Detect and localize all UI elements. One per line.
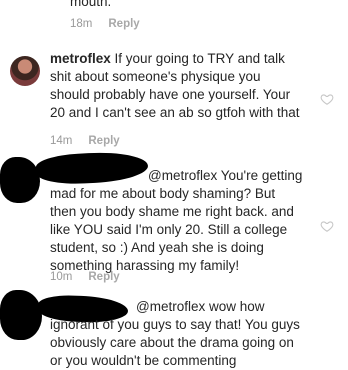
comment-text: @metroflex wow how ignorant of you guys … [50,298,305,370]
redacted-avatar [0,157,40,203]
comment-2: @metroflex You're getting mad for me abo… [0,150,348,283]
comment-3: @metroflex wow how ignorant of you guys … [0,290,348,368]
comment-meta: 10m Reply [50,271,120,283]
reply-button[interactable]: Reply [108,18,139,30]
comment-mention[interactable]: @metroflex [136,299,205,314]
comment-meta: 18m Reply [70,18,140,30]
reply-button[interactable]: Reply [88,271,119,283]
comment-username[interactable]: metroflex [50,51,111,66]
comment-meta: 14m Reply [50,135,120,147]
user-avatar[interactable] [10,56,40,86]
heart-outline-icon[interactable] [320,219,334,233]
reply-button[interactable]: Reply [88,135,119,147]
heart-outline-icon[interactable] [320,92,334,106]
comment-text: mouth. [70,0,112,9]
comment-text: @metroflex You're getting mad for me abo… [50,167,305,275]
comment-text: metroflex If your going to TRY and talk … [50,50,300,122]
comment-1: metroflex If your going to TRY and talk … [0,50,348,150]
redacted-avatar [0,290,42,340]
comment-time: 10m [50,271,73,283]
comment-body: You're getting mad for me about body sha… [50,168,303,273]
comment-0: mouth. 18m Reply [0,0,348,40]
comment-mention[interactable]: @metroflex [148,168,217,183]
comment-time: 14m [50,135,73,147]
comment-time: 18m [70,18,93,30]
